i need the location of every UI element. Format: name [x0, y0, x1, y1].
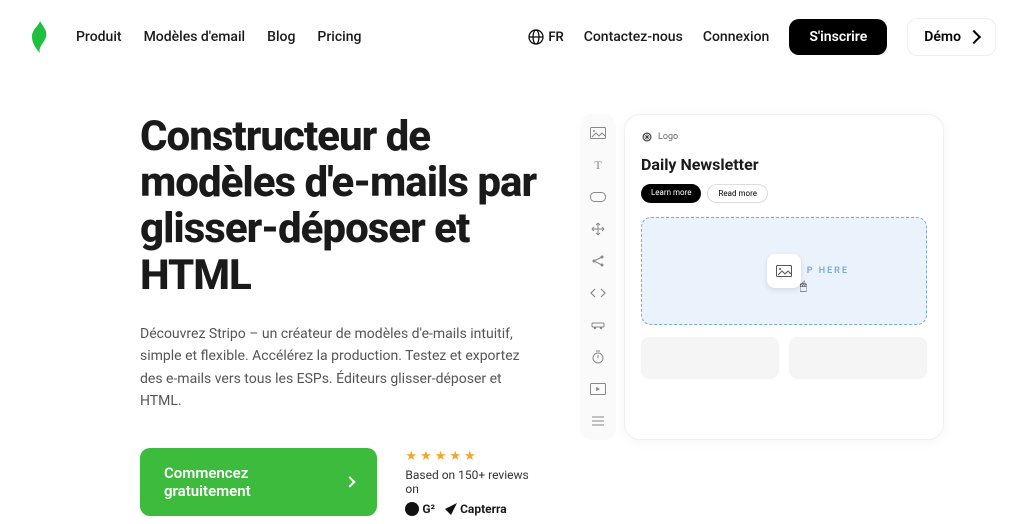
- demo-label: Démo: [924, 29, 961, 45]
- nav-contact[interactable]: Contactez-nous: [584, 29, 683, 45]
- g2-logo: G²: [405, 502, 435, 516]
- drop-zone: 🖱 P HERE: [641, 217, 927, 325]
- preview-btn-read: Read more: [707, 184, 767, 203]
- image-icon: [776, 265, 792, 277]
- signup-button[interactable]: S'inscrire: [789, 19, 887, 55]
- editor-mockup: T Logo Daily Newsletter Learn more Rea: [580, 114, 960, 440]
- car-icon: [589, 316, 607, 334]
- drop-text: P HERE: [807, 266, 849, 276]
- preview-title: Daily Newsletter: [641, 155, 927, 174]
- nav-modeles[interactable]: Modèles d'email: [144, 29, 246, 45]
- placeholder-card: [641, 337, 779, 379]
- nav-login[interactable]: Connexion: [703, 29, 770, 45]
- star-icon: ★: [449, 449, 461, 464]
- demo-button[interactable]: Démo: [907, 18, 996, 56]
- nav-blog[interactable]: Blog: [267, 29, 295, 45]
- preview-btn-learn: Learn more: [641, 184, 701, 203]
- star-icon: ★: [435, 449, 447, 464]
- video-icon: [589, 380, 607, 398]
- button-block-icon: [589, 188, 607, 206]
- reviews-block: ★ ★ ★ ★ ★ Based on 150+ reviews on G² Ca…: [405, 449, 540, 516]
- language-selector[interactable]: FR: [528, 29, 563, 45]
- cursor-icon: 🖱: [800, 279, 807, 294]
- capterra-logo: Capterra: [445, 502, 507, 516]
- move-icon: [589, 220, 607, 238]
- image-block-icon: [589, 124, 607, 142]
- cta-start-button[interactable]: Commencez gratuitement: [140, 448, 377, 516]
- chevron-right-icon: [967, 30, 981, 44]
- star-rating: ★ ★ ★ ★ ★: [405, 449, 540, 464]
- globe-icon: [528, 29, 544, 45]
- reviews-text: Based on 150+ reviews on: [405, 468, 540, 496]
- menu-icon: [589, 412, 607, 430]
- timer-icon: [589, 348, 607, 366]
- lang-code: FR: [548, 30, 563, 45]
- cta-label: Commencez gratuitement: [164, 464, 332, 500]
- preview-logo: Logo: [641, 131, 927, 143]
- hero-title: Constructeur de modèles d'e-mails par gl…: [140, 114, 540, 299]
- star-icon: ★: [420, 449, 432, 464]
- dragged-block: 🖱: [767, 254, 801, 288]
- hero-description: Découvrez Stripo – un créateur de modèle…: [140, 323, 540, 413]
- placeholder-card: [789, 337, 927, 379]
- share-icon: [589, 252, 607, 270]
- code-icon: [589, 284, 607, 302]
- nav-produit[interactable]: Produit: [76, 29, 122, 45]
- nav-pricing[interactable]: Pricing: [317, 29, 361, 45]
- star-icon: ★: [405, 449, 417, 464]
- email-preview: Logo Daily Newsletter Learn more Read mo…: [624, 114, 944, 440]
- text-block-icon: T: [589, 156, 607, 174]
- editor-toolbar: T: [580, 114, 616, 440]
- brand-logo[interactable]: [28, 19, 52, 55]
- chevron-right-icon: [344, 477, 355, 488]
- star-icon: ★: [464, 449, 476, 464]
